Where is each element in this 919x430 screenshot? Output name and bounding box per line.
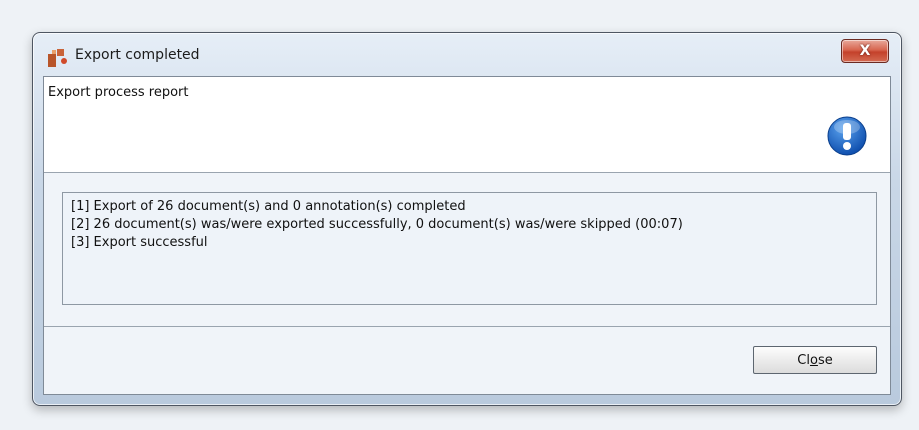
exclamation-info-icon — [827, 116, 867, 156]
dialog-content: Export process report [1] Export of 26 d… — [43, 76, 891, 395]
close-button-label-end: se — [817, 352, 833, 368]
button-bar: Cl o se — [44, 327, 890, 394]
close-button-mnemonic: o — [809, 352, 818, 368]
report-line: [3] Export successful — [71, 235, 208, 250]
close-icon: X — [859, 43, 871, 59]
close-button[interactable]: Cl o se — [753, 346, 877, 374]
report-text-area[interactable]: [1] Export of 26 document(s) and 0 annot… — [62, 192, 877, 305]
close-button-label-start: Cl — [797, 352, 810, 368]
export-completed-dialog: Export completed X Export process report — [32, 32, 902, 406]
report-panel: [1] Export of 26 document(s) and 0 annot… — [44, 173, 890, 326]
app-icon — [48, 49, 67, 67]
report-line: [1] Export of 26 document(s) and 0 annot… — [71, 199, 466, 214]
report-line: [2] 26 document(s) was/were exported suc… — [71, 217, 683, 232]
header-panel: Export process report — [44, 77, 890, 173]
title-bar[interactable]: Export completed X — [33, 33, 901, 77]
window-title: Export completed — [75, 47, 200, 63]
header-text: Export process report — [48, 85, 189, 100]
window-close-button[interactable]: X — [841, 39, 889, 63]
